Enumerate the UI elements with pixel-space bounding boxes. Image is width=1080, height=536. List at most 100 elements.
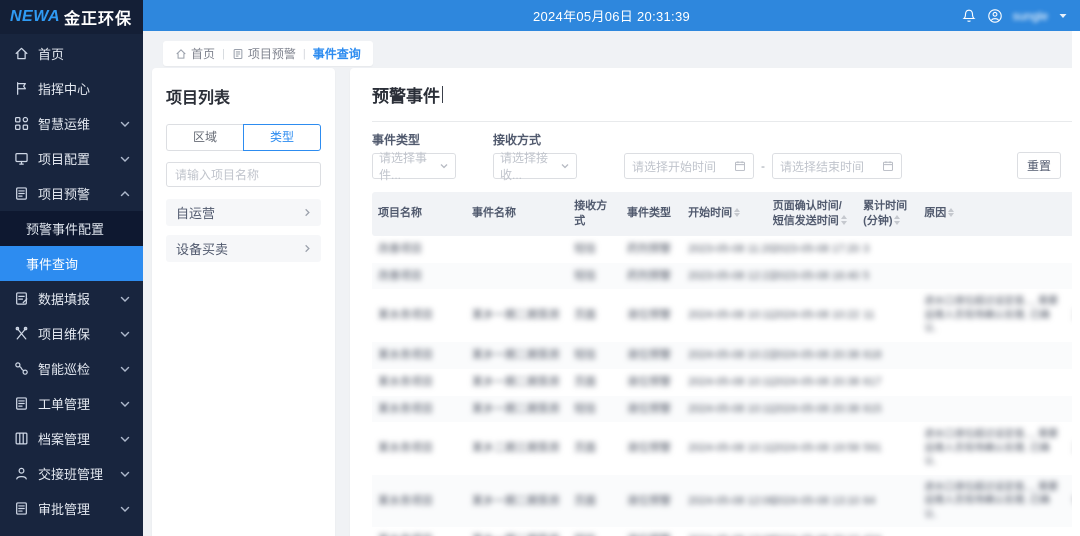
cell-project: 某水务项目	[372, 527, 466, 536]
sidebar-item-project-alert[interactable]: 项目预警	[0, 176, 143, 211]
table-row[interactable]: 某水务项目某乡一期二期泵房页面液位预警2024-05-08 12:062024-…	[372, 475, 1080, 528]
cell-confirm: 2024-05-08 20:38	[767, 396, 857, 423]
cell-method: 页面	[568, 369, 621, 396]
cell-minutes: 591	[857, 422, 918, 475]
redacted-text: 某乡二期三期泵房	[472, 442, 560, 454]
user-menu-caret-icon[interactable]	[1058, 11, 1068, 21]
cell-minutes: 11	[857, 289, 918, 342]
breadcrumb-event-query[interactable]: 事件查询	[313, 45, 361, 62]
redacted-text: 某水务项目	[378, 376, 433, 388]
breadcrumb: 首页 | 项目预警 | 事件查询	[163, 41, 373, 66]
sort-icon[interactable]	[948, 208, 956, 218]
table-row[interactable]: 改善项目短信药剂预警2023-05-08 11:202023-05-08 17:…	[372, 236, 1080, 263]
topbar-datetime: 2024年05月06日 20:31:39	[143, 6, 1080, 25]
redacted-text: 2023-05-08 12:22	[688, 270, 775, 282]
sidebar-item-label: 数据填报	[38, 289, 119, 308]
table-row[interactable]: 某水务项目某乡一期二期泵房短信液位预警2024-05-08 13:062024-…	[372, 527, 1080, 536]
cell-event: 某乡一期二期泵房	[466, 475, 568, 528]
table-row[interactable]: 某水务项目某乡一期二期泵房页面液位预警2024-05-08 10:112024-…	[372, 289, 1080, 342]
redacted-text: 某乡一期二期泵房	[472, 349, 560, 361]
redacted-text: 液位预警	[627, 349, 671, 361]
chevron-down-icon	[439, 161, 449, 171]
table-row[interactable]: 某水务项目某乡一期二期泵房短信液位预警2024-05-08 10:222024-…	[372, 342, 1080, 369]
sidebar-item-command-center[interactable]: 指挥中心	[0, 71, 143, 106]
sidebar-item-label: 项目预警	[38, 184, 119, 203]
approval-mgmt-icon	[14, 501, 29, 516]
sidebar-subitem-event-query[interactable]: 事件查询	[0, 246, 143, 281]
cell-start: 2023-05-08 11:20	[682, 236, 767, 263]
redacted-text: 617	[863, 376, 881, 388]
receive-method-select[interactable]: 请选择接收...	[493, 153, 577, 179]
cell-event: 某乡一期二期泵房	[466, 396, 568, 423]
column-header-4[interactable]: 开始时间	[682, 192, 767, 236]
sidebar-item-work-order[interactable]: 工单管理	[0, 386, 143, 421]
cell-method: 短信	[568, 342, 621, 369]
tree-item-equipment-trade[interactable]: 设备买卖	[166, 235, 321, 262]
tree-item-self-operated[interactable]: 自运营	[166, 199, 321, 226]
notification-bell-icon[interactable]	[961, 8, 977, 24]
breadcrumb-project-alert-label: 项目预警	[248, 45, 296, 62]
cell-method: 页面	[568, 422, 621, 475]
redacted-text: 某水务项目	[378, 309, 433, 321]
table-row[interactable]: 改善项目短信药剂预警2023-05-08 12:222023-05-08 16:…	[372, 263, 1080, 290]
redacted-text: 11	[863, 309, 874, 321]
column-header-5[interactable]: 页面确认时间/短信发送时间	[767, 192, 857, 236]
breadcrumb-home-label: 首页	[191, 45, 215, 62]
sidebar-item-home[interactable]: 首页	[0, 36, 143, 71]
column-header-7[interactable]: 原因	[918, 192, 1066, 236]
cell-reason	[918, 396, 1066, 423]
sort-icon[interactable]	[734, 208, 742, 218]
start-time-picker[interactable]: 请选择开始时间	[624, 153, 754, 179]
cell-confirm: 2024-05-08 20:38	[767, 369, 857, 396]
sidebar-item-data-report[interactable]: 数据填报	[0, 281, 143, 316]
cell-start: 2024-05-08 10:11	[682, 289, 767, 342]
table-row[interactable]: 某水务项目某乡一期二期泵房页面液位预警2024-05-08 10:112024-…	[372, 369, 1080, 396]
chevron-down-icon	[119, 328, 131, 340]
sort-icon[interactable]	[841, 215, 849, 225]
cell-confirm: 2024-05-08 20:38	[767, 342, 857, 369]
tab-region[interactable]: 区域	[166, 124, 243, 151]
project-maintenance-icon	[14, 326, 29, 341]
user-avatar-icon[interactable]	[987, 8, 1003, 24]
redacted-text: 618	[863, 349, 881, 361]
project-list-title: 项目列表	[166, 84, 321, 108]
home-icon	[14, 46, 29, 61]
date-range-separator: -	[761, 159, 765, 173]
sidebar-item-label: 项目维保	[38, 324, 119, 343]
project-search-input[interactable]: 请输入项目名称	[166, 162, 321, 187]
column-header-6[interactable]: 累计时间 (分钟)	[857, 192, 918, 236]
sidebar-item-project-config[interactable]: 项目配置	[0, 141, 143, 176]
redacted-text: 某乡一期二期泵房	[472, 376, 560, 388]
table-row[interactable]: 某水务项目某乡二期三期泵房页面液位预警2024-05-08 10:112024-…	[372, 422, 1080, 475]
cell-reason: 进水口液位超过设定值..., 需要运维人员现场确认处理, 已确认.	[918, 289, 1066, 342]
sidebar-item-shift-mgmt[interactable]: 交接班管理	[0, 456, 143, 491]
cell-project: 某水务项目	[372, 422, 466, 475]
sort-icon[interactable]	[894, 215, 902, 225]
sidebar-item-smart-patrol[interactable]: 智能巡检	[0, 351, 143, 386]
cell-minutes: 617	[857, 369, 918, 396]
redacted-text: 进水口液位超过设定值..., 需要运维人员现场确认处理, 已确认.	[924, 482, 1058, 520]
shift-mgmt-icon	[14, 466, 29, 481]
end-time-picker[interactable]: 请选择结束时间	[772, 153, 902, 179]
sidebar-subitem-alert-event-config[interactable]: 预警事件配置	[0, 211, 143, 246]
breadcrumb-project-alert[interactable]: 项目预警	[232, 45, 296, 62]
cell-minutes: 64	[857, 475, 918, 528]
reset-button[interactable]: 重置	[1017, 152, 1061, 179]
redacted-text: 591	[863, 442, 881, 454]
sidebar-item-approval-mgmt[interactable]: 审批管理	[0, 491, 143, 526]
username[interactable]: sungle	[1013, 9, 1048, 23]
column-label: 接收方式	[574, 200, 607, 227]
cell-method: 页面	[568, 475, 621, 528]
receive-method-label: 接收方式	[493, 131, 577, 148]
receive-method-placeholder: 请选择接收...	[500, 149, 560, 183]
sidebar-item-smart-ops[interactable]: 智慧运维	[0, 106, 143, 141]
event-type-select[interactable]: 请选择事件...	[372, 153, 456, 179]
alert-events-panel: 预警事件 事件类型 请选择事件... 接收方式 请选择接收...	[350, 68, 1080, 536]
tab-type[interactable]: 类型	[243, 124, 321, 151]
table-row[interactable]: 某水务项目某乡一期二期泵房短信液位预警2024-05-08 10:112024-…	[372, 396, 1080, 423]
sidebar-item-archive-mgmt[interactable]: 档案管理	[0, 421, 143, 456]
redacted-text: 页面	[574, 495, 596, 507]
breadcrumb-home[interactable]: 首页	[175, 45, 215, 62]
redacted-text: 2024-05-08 13:10	[773, 495, 860, 507]
sidebar-item-project-maintenance[interactable]: 项目维保	[0, 316, 143, 351]
